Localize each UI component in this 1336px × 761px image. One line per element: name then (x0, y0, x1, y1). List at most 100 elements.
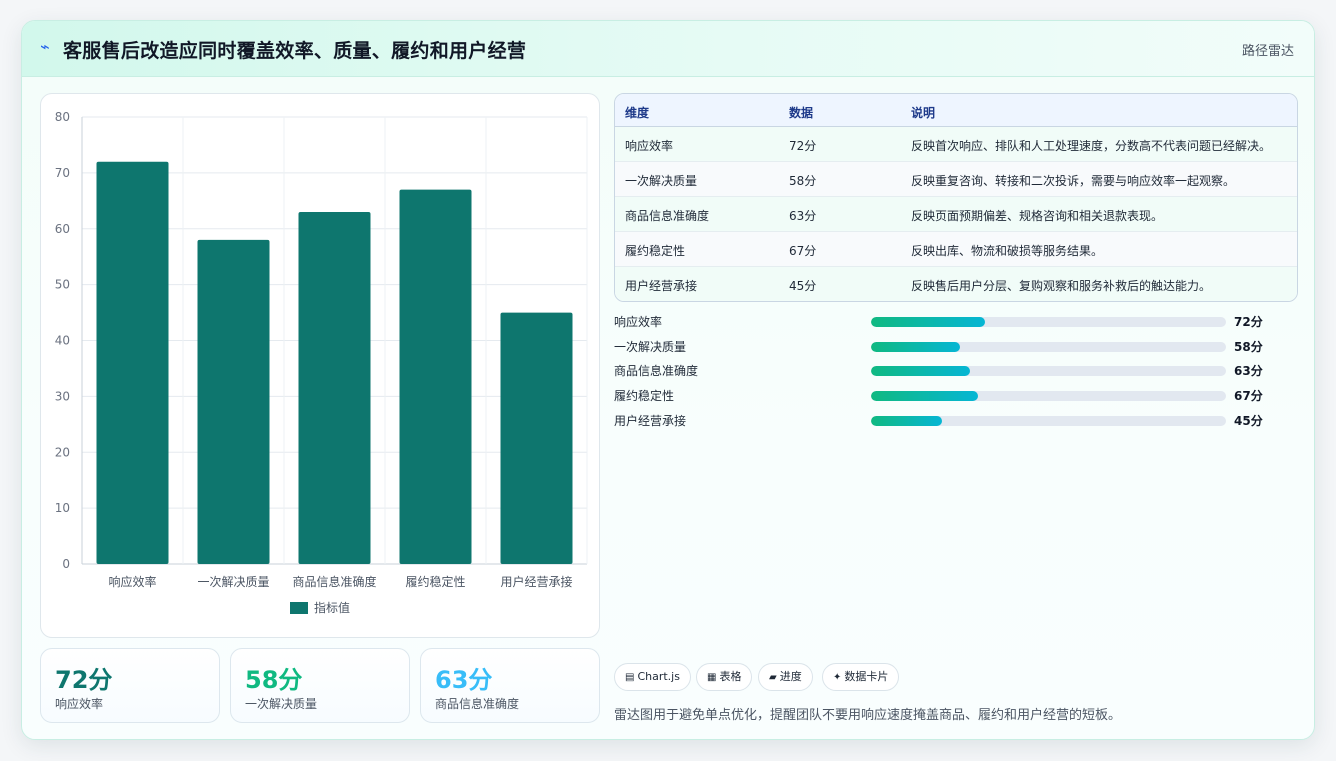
table-cell: 45分 (789, 279, 817, 293)
bar (500, 312, 573, 564)
table-header-cell: 说明 (911, 106, 936, 120)
stat-label: 商品信息准确度 (435, 697, 520, 711)
header-tag[interactable]: 路径雷达 (1242, 40, 1294, 59)
progress-value: 58分 (1234, 340, 1263, 354)
bar (298, 211, 371, 565)
stat-card-response: 72分 响应效率 (40, 648, 220, 723)
table-cell: 响应效率 (625, 139, 674, 153)
table-cell: 商品信息准确度 (625, 209, 710, 223)
progress-track (871, 342, 1226, 352)
table-row: 用户经营承接 45分 反映售后用户分层、复购观察和服务补救后的触达能力。 (615, 267, 1297, 301)
progress-label: 商品信息准确度 (614, 364, 699, 378)
metrics-table: 维度 数据 说明 响应效率 72分 反映首次响应、排队和人工处理速度，分数高不代… (614, 93, 1298, 302)
table-cell: 67分 (789, 244, 817, 258)
chip-table[interactable]: ▦ 表格 (696, 663, 753, 691)
progress-fill (871, 391, 978, 401)
stat-value: 58分 (245, 666, 303, 694)
progress-fill (871, 342, 960, 352)
y-tick-label: 50 (55, 278, 70, 292)
progress-row: 履约稳定性 67分 (614, 385, 1274, 405)
y-tick-label: 30 (55, 389, 70, 403)
progress-value: 45分 (1234, 414, 1263, 428)
x-tick-label: 商品信息准确度 (292, 574, 376, 589)
table-cell: 72分 (789, 139, 817, 153)
progress-fill (871, 317, 985, 327)
bar-chart-panel: 0 10 20 30 40 50 60 70 80 响应效率 一次解决质量 商品信息准确度 履约稳定性 用… (40, 93, 600, 638)
y-tick-label: 60 (55, 222, 70, 236)
table-row: 商品信息准确度 63分 反映页面预期偏差、规格咨询和相关退款表现。 (615, 197, 1297, 232)
table-cell: 履约稳定性 (625, 244, 686, 258)
progress-track (871, 416, 1226, 426)
table-row: 履约稳定性 67分 反映出库、物流和破损等服务结果。 (615, 232, 1297, 267)
progress-fill (871, 366, 971, 376)
progress-row: 一次解决质量 58分 (614, 336, 1274, 356)
x-tick-label: 用户经营承接 (500, 574, 572, 589)
table-cell: 反映重复咨询、转接和二次投诉，需要与响应效率一起观察。 (911, 174, 1236, 188)
page-title: 客服售后改造应同时覆盖效率、质量、履约和用户经营 (63, 40, 527, 62)
progress-label: 响应效率 (614, 315, 663, 329)
x-tick-label: 响应效率 (108, 574, 156, 589)
progress-label: 履约稳定性 (614, 389, 675, 403)
bar (197, 239, 270, 565)
y-tick-label: 20 (55, 445, 70, 459)
progress-row: 用户经营承接 45分 (614, 410, 1274, 430)
table-header-cell: 数据 (789, 106, 814, 120)
stat-value: 72分 (55, 666, 113, 694)
table-cell: 反映出库、物流和破损等服务结果。 (911, 244, 1104, 258)
bar (96, 161, 169, 564)
y-tick-label: 40 (55, 334, 70, 348)
progress-fill (871, 416, 942, 426)
table-header-row: 维度 数据 说明 (615, 94, 1297, 127)
chart-icon: ▤ (625, 672, 635, 683)
chip-label: 数据卡片 (844, 670, 889, 683)
chip-chartjs[interactable]: ▤ Chart.js (614, 663, 691, 691)
table-cell: 一次解决质量 (625, 174, 698, 188)
stat-card-accuracy: 63分 商品信息准确度 (420, 648, 600, 723)
table-cell: 反映首次响应、排队和人工处理速度，分数高不代表问题已经解决。 (911, 139, 1272, 153)
chip-progress[interactable]: ▰ 进度 (758, 663, 813, 691)
table-header-cell: 维度 (625, 106, 650, 120)
progress-track (871, 391, 1226, 401)
table-cell: 63分 (789, 209, 817, 223)
chip-label: Chart.js (637, 670, 680, 683)
table-cell: 58分 (789, 174, 817, 188)
lightning-icon: ⌁ (40, 37, 50, 56)
x-tick-label: 履约稳定性 (405, 574, 465, 589)
progress-label: 用户经营承接 (614, 414, 687, 428)
stat-value: 63分 (435, 666, 493, 694)
y-tick-label: 0 (62, 557, 70, 571)
bar-chart: 0 10 20 30 40 50 60 70 80 响应效率 一次解决质量 商品信息准确度 履约稳定性 用… (55, 110, 588, 615)
table-cell: 反映页面预期偏差、规格咨询和相关退款表现。 (911, 209, 1164, 223)
legend-swatch (290, 602, 308, 614)
table-icon: ▦ (707, 672, 717, 683)
progress-track (871, 317, 1226, 327)
stat-card-resolution: 58分 一次解决质量 (230, 648, 410, 723)
progress-label: 一次解决质量 (614, 340, 687, 354)
y-tick-label: 80 (55, 110, 70, 124)
table-cell: 用户经营承接 (625, 279, 698, 293)
chip-label: 进度 (779, 670, 802, 683)
footnote: 雷达图用于避免单点优化，提醒团队不要用响应速度掩盖商品、履约和用户经营的短板。 (614, 708, 1122, 723)
progress-value: 67分 (1234, 389, 1263, 403)
legend-label: 指标值 (314, 600, 350, 615)
progress-row: 响应效率 72分 (614, 311, 1274, 331)
chip-data-card[interactable]: ✦ 数据卡片 (822, 663, 900, 691)
stat-label: 响应效率 (55, 697, 104, 711)
progress-icon: ▰ (769, 672, 777, 683)
table-cell: 反映售后用户分层、复购观察和服务补救后的触达能力。 (911, 279, 1212, 293)
progress-row: 商品信息准确度 63分 (614, 360, 1274, 380)
table-row: 一次解决质量 58分 反映重复咨询、转接和二次投诉，需要与响应效率一起观察。 (615, 162, 1297, 197)
stat-label: 一次解决质量 (245, 697, 318, 711)
progress-track (871, 366, 1226, 376)
table-row: 响应效率 72分 反映首次响应、排队和人工处理速度，分数高不代表问题已经解决。 (615, 127, 1297, 162)
bar (399, 189, 472, 564)
y-tick-label: 70 (55, 166, 70, 180)
progress-value: 72分 (1234, 315, 1263, 329)
main-card: ⌁ 客服售后改造应同时覆盖效率、质量、履约和用户经营 路径雷达 0 10 20 30 4… (21, 20, 1315, 740)
x-tick-label: 一次解决质量 (197, 575, 269, 589)
y-tick-label: 10 (55, 501, 70, 515)
sparkle-icon: ✦ (833, 672, 842, 683)
header: ⌁ 客服售后改造应同时覆盖效率、质量、履约和用户经营 路径雷达 (22, 21, 1314, 77)
progress-value: 63分 (1234, 364, 1263, 378)
chip-label: 表格 (719, 670, 742, 683)
